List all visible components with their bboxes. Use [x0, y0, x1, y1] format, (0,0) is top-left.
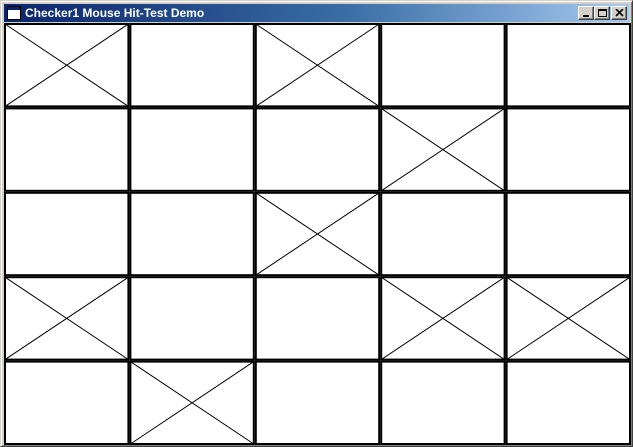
checker-cell-r5-c5[interactable] — [505, 360, 631, 445]
checker-cell-r1-c4[interactable] — [380, 23, 506, 108]
checker-cell-r3-c4[interactable] — [380, 191, 506, 277]
maximize-button[interactable] — [594, 6, 610, 20]
checker-cell-r2-c2[interactable] — [129, 107, 255, 192]
cell-rect — [505, 191, 631, 277]
checker-cell-r3-c3[interactable] — [254, 191, 381, 277]
checker-client-area[interactable] — [4, 23, 631, 445]
application-icon[interactable] — [7, 6, 21, 20]
cell-rect — [380, 191, 506, 277]
cell-rect — [380, 23, 506, 108]
title-bar[interactable]: Checker1 Mouse Hit-Test Demo — [4, 4, 629, 22]
cell-rect — [254, 107, 381, 192]
checker-cell-r3-c2[interactable] — [129, 191, 255, 277]
cell-rect — [254, 360, 381, 445]
maximize-icon — [598, 9, 607, 17]
checker-cell-r5-c2[interactable] — [129, 360, 255, 445]
app-window: Checker1 Mouse Hit-Test Demo — [0, 0, 633, 447]
cell-rect — [129, 23, 255, 108]
checker-cell-r2-c5[interactable] — [505, 107, 631, 192]
cell-rect — [4, 360, 130, 445]
checker-cell-r1-c3[interactable] — [254, 23, 381, 108]
close-button[interactable] — [611, 6, 627, 20]
minimize-button[interactable] — [578, 6, 594, 20]
close-icon — [615, 9, 624, 17]
checker-cell-r4-c5[interactable] — [505, 276, 631, 361]
minimize-icon — [583, 15, 589, 17]
checker-cell-r4-c1[interactable] — [4, 276, 130, 361]
cell-rect — [380, 360, 506, 445]
checker-cell-r4-c4[interactable] — [380, 276, 506, 361]
cell-rect — [129, 107, 255, 192]
checker-cell-r5-c1[interactable] — [4, 360, 130, 445]
cell-rect — [129, 191, 255, 277]
cell-rect — [505, 360, 631, 445]
checker-cell-r2-c1[interactable] — [4, 107, 130, 192]
checker-cell-r1-c1[interactable] — [4, 23, 130, 108]
checker-cell-r5-c4[interactable] — [380, 360, 506, 445]
checker-cell-r4-c3[interactable] — [254, 276, 381, 361]
window-title: Checker1 Mouse Hit-Test Demo — [25, 6, 205, 20]
cell-rect — [4, 107, 130, 192]
cell-rect — [254, 276, 381, 361]
checker-cell-r1-c2[interactable] — [129, 23, 255, 108]
cell-rect — [129, 276, 255, 361]
checker-cell-r2-c3[interactable] — [254, 107, 381, 192]
checker-cell-r3-c1[interactable] — [4, 191, 130, 277]
checker-cell-r4-c2[interactable] — [129, 276, 255, 361]
checker-cell-r3-c5[interactable] — [505, 191, 631, 277]
checker-cell-r2-c4[interactable] — [380, 107, 506, 192]
checker-grid[interactable] — [4, 23, 631, 445]
cell-rect — [4, 191, 130, 277]
checker-cell-r1-c5[interactable] — [505, 23, 631, 108]
cell-rect — [505, 107, 631, 192]
checker-cell-r5-c3[interactable] — [254, 360, 381, 445]
cell-rect — [505, 23, 631, 108]
